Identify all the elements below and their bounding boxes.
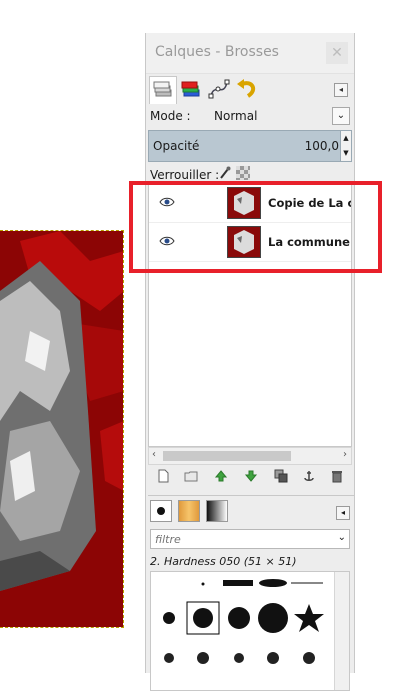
paths-tab[interactable] — [206, 76, 234, 104]
layers-tab[interactable] — [149, 76, 177, 104]
lock-label: Verrouiller : — [150, 168, 220, 182]
scrollbar-thumb[interactable] — [163, 451, 291, 461]
canvas-image[interactable] — [0, 230, 124, 628]
dock-tabs: ◂ — [146, 74, 354, 106]
spin-up-icon[interactable]: ▲ — [341, 131, 351, 146]
tab-menu-button[interactable]: ◂ — [334, 83, 348, 97]
channels-icon — [181, 81, 200, 97]
layer-toolbar — [148, 469, 352, 487]
brushes-tab[interactable] — [150, 500, 172, 522]
brush-previews — [163, 579, 324, 664]
scroll-left-icon[interactable]: ‹ — [152, 449, 156, 460]
highlight-box — [129, 181, 382, 273]
brushes-panel: ◂ ⌄ 2. Hardness 050 (51 × 51) — [148, 495, 354, 691]
opacity-label: Opacité — [153, 139, 200, 153]
raise-layer-icon[interactable] — [214, 469, 228, 483]
gradients-tab[interactable] — [206, 500, 228, 522]
chevron-down-icon: ⌄ — [336, 110, 346, 121]
lock-alpha-icon[interactable] — [236, 166, 250, 180]
mode-label: Mode : — [150, 109, 191, 123]
opacity-spinner[interactable]: ▲ ▼ — [340, 131, 351, 161]
opacity-slider[interactable]: Opacité 100,0 ▲ ▼ — [148, 130, 352, 162]
spin-down-icon[interactable]: ▼ — [341, 146, 351, 161]
layers-brushes-dock: Calques - Brosses ✕ ◂ Mode: Normal ⌄ Op… — [145, 33, 355, 691]
mode-dropdown-button[interactable]: ⌄ — [332, 107, 350, 125]
mode-value[interactable]: Normal — [214, 109, 257, 123]
mode-row: Mode : Normal ⌄ — [146, 106, 354, 128]
brush-grid[interactable] — [150, 571, 350, 691]
duplicate-layer-icon[interactable] — [274, 469, 288, 483]
channels-tab[interactable] — [178, 76, 206, 104]
brush-name: 2. Hardness 050 (51 × 51) — [150, 555, 297, 568]
close-icon: ✕ — [331, 45, 343, 61]
dock-title: Calques - Brosses — [155, 44, 279, 60]
tab-menu-icon: ◂ — [340, 508, 345, 517]
chevron-down-icon[interactable]: ⌄ — [338, 532, 346, 543]
delete-layer-icon[interactable] — [330, 469, 344, 483]
opacity-value: 100,0 — [304, 139, 339, 153]
dock-titlebar[interactable]: Calques - Brosses ✕ — [146, 33, 354, 74]
tab-menu-icon: ◂ — [338, 85, 343, 94]
brushes-tabs: ◂ — [148, 495, 354, 526]
paths-icon — [208, 79, 230, 99]
patterns-tab[interactable] — [178, 500, 200, 522]
new-layer-icon[interactable] — [156, 469, 170, 483]
close-button[interactable]: ✕ — [326, 42, 348, 64]
anchor-layer-icon[interactable] — [302, 469, 316, 483]
brush-icon — [157, 507, 165, 515]
brush-filter-input[interactable] — [150, 529, 350, 549]
lower-layer-icon[interactable] — [244, 469, 258, 483]
lock-pixels-icon[interactable] — [218, 166, 232, 180]
brush-vertical-scrollbar[interactable] — [334, 572, 349, 690]
layer-group-icon[interactable] — [184, 469, 198, 483]
layers-horizontal-scrollbar[interactable]: ‹ › — [148, 447, 352, 465]
undo-icon — [237, 79, 256, 98]
brush-tab-menu-button[interactable]: ◂ — [336, 506, 350, 520]
undo-history-tab[interactable] — [234, 76, 262, 104]
scroll-right-icon[interactable]: › — [343, 449, 347, 460]
layers-icon — [153, 81, 172, 97]
